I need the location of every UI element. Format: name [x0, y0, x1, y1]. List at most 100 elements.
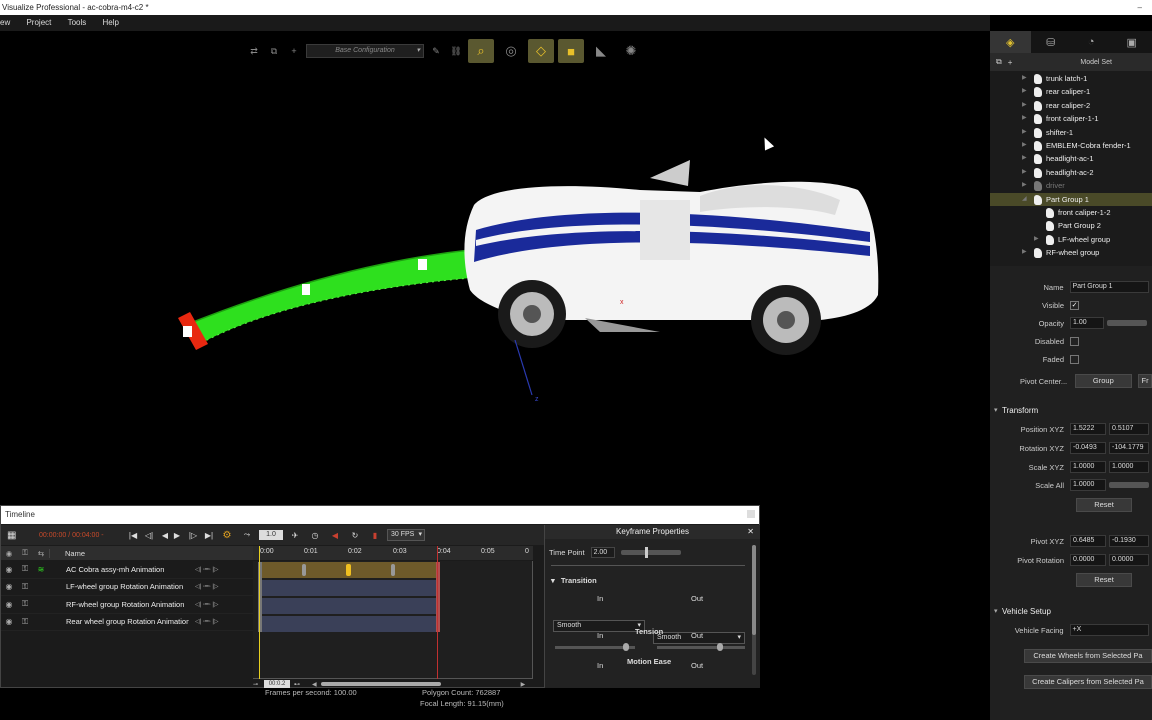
menu-tools[interactable]: Tools — [68, 18, 87, 27]
create-wheels-button[interactable]: Create Wheels from Selected Pa — [1024, 649, 1152, 663]
rotation-y-input[interactable]: -104.1779 — [1109, 442, 1149, 454]
visibility-eye-icon[interactable]: ◉ — [1, 582, 17, 591]
reverse-play-icon[interactable]: ◀ — [159, 531, 171, 540]
track-nav-icons[interactable]: ◁| ◦━◦ |▷ — [195, 601, 219, 608]
tree-item[interactable]: ▶ shifter-1 — [990, 126, 1152, 139]
tree-item[interactable]: ▶ trunk latch-1 — [990, 72, 1152, 85]
minimize-button[interactable]: – — [1138, 0, 1142, 15]
record-icon[interactable]: ◀ — [329, 531, 341, 540]
lock-icon[interactable]: ⚿ — [17, 564, 33, 574]
transform-reset-button[interactable]: Reset — [1076, 498, 1132, 512]
visibility-eye-icon[interactable]: ◉ — [1, 617, 17, 626]
track-row[interactable]: ◉ ⚿ ≋ AC Cobra assy-mh Animation ◁| ◦━◦ |▷ — [1, 561, 253, 579]
keyframe-marker-selected[interactable] — [346, 564, 351, 576]
tab-models-icon[interactable]: ◈ — [990, 31, 1031, 53]
tension-out-slider[interactable] — [657, 643, 745, 651]
solid-cube-icon[interactable]: ■ — [558, 39, 584, 63]
track-nav-icons[interactable]: ◁| ◦━◦ |▷ — [195, 566, 219, 573]
slider-handle[interactable] — [644, 547, 648, 558]
menu-help[interactable]: Help — [103, 18, 119, 27]
playhead[interactable] — [259, 546, 260, 679]
track-row[interactable]: ◉ ⚿ RF-wheel group Rotation Animation ◁| ◦━… — [1, 596, 253, 614]
collapse-arrow-icon[interactable]: ◢ — [1022, 193, 1027, 206]
disabled-checkbox[interactable] — [1070, 336, 1079, 346]
menu-project[interactable]: Project — [26, 18, 51, 27]
tree-item-selected[interactable]: ◢ Part Group 1 — [990, 192, 1152, 206]
add-icon[interactable]: + — [286, 43, 302, 59]
tree-item[interactable]: ▶ headlight-ac-1 — [990, 152, 1152, 165]
expand-arrow-icon[interactable]: ▶ — [1022, 139, 1027, 152]
keyframe-marker[interactable] — [302, 564, 306, 576]
horizontal-scrollbar[interactable] — [320, 682, 441, 686]
pivot-rot-y-input[interactable]: 0.0000 — [1109, 554, 1149, 566]
link-icon[interactable]: ⛓ — [448, 43, 464, 59]
lock-icon[interactable]: ⚿ — [17, 599, 33, 609]
wireframe-cube-icon[interactable]: ◇ — [528, 39, 554, 63]
settings-gear-icon[interactable]: ⚙ — [221, 530, 233, 541]
expand-arrow-icon[interactable]: ▶ — [1022, 152, 1027, 165]
tree-item[interactable]: ▶ LF-wheel group — [990, 233, 1152, 246]
track-bar-lf[interactable] — [258, 580, 440, 596]
stopwatch-icon[interactable]: ◷ — [309, 531, 321, 540]
scroll-left-icon[interactable]: ◀ — [312, 681, 317, 688]
pivot-reset-button[interactable]: Reset — [1076, 573, 1132, 587]
copy-icon[interactable]: ⧉ — [266, 43, 282, 59]
expand-arrow-icon[interactable]: ▶ — [1022, 112, 1027, 125]
close-icon[interactable] — [747, 510, 755, 518]
track-bar-rear[interactable] — [258, 616, 440, 632]
aperture-icon[interactable]: ✺ — [618, 39, 644, 63]
tension-in-slider[interactable] — [555, 643, 635, 651]
tree-item[interactable]: ▶ driver — [990, 179, 1152, 192]
track-nav-icons[interactable]: ◁| ◦━◦ |▷ — [195, 618, 219, 625]
zoom-out-icon[interactable]: ⊷ — [294, 681, 300, 688]
lock-icon[interactable]: ⚿ — [17, 582, 33, 592]
3d-viewport[interactable]: x z — [0, 31, 990, 505]
rotation-x-input[interactable]: -0.0493 — [1070, 442, 1106, 454]
visibility-eye-icon[interactable]: ◉ — [1, 600, 17, 609]
expand-arrow-icon[interactable]: ▶ — [1022, 85, 1027, 98]
run-icon[interactable]: ✈ — [289, 531, 301, 540]
transition-header[interactable]: ▾ Transition — [551, 576, 597, 585]
position-y-input[interactable]: 0.5107 — [1109, 423, 1149, 435]
add-icon[interactable]: + — [1008, 58, 1013, 67]
opacity-slider[interactable] — [1107, 320, 1147, 326]
faded-checkbox[interactable] — [1070, 354, 1079, 364]
vehicle-facing-select[interactable]: +X — [1069, 624, 1149, 636]
scale-all-slider[interactable] — [1109, 482, 1149, 488]
zoom-fit-icon[interactable]: ⌕ — [468, 39, 494, 63]
tree-item[interactable]: ▶ EMBLEM-Cobra fender-1 — [990, 139, 1152, 152]
zoom-icon[interactable]: ⊸ — [253, 681, 258, 688]
expand-arrow-icon[interactable]: ▶ — [1022, 126, 1027, 139]
name-input[interactable]: Part Group 1 — [1069, 281, 1149, 293]
slider-handle[interactable] — [623, 643, 629, 651]
create-calipers-button[interactable]: Create Calipers from Selected Pa — [1024, 675, 1152, 689]
visibility-eye-icon[interactable]: ◉ — [1, 565, 17, 574]
duplicate-icon[interactable]: ⧉ — [996, 57, 1002, 67]
swap-icon[interactable]: ⇄ — [246, 43, 262, 59]
transform-section-header[interactable]: Transform — [990, 402, 1152, 420]
keyframe-marker[interactable] — [391, 564, 395, 576]
menu-view[interactable]: ew — [0, 18, 10, 27]
expand-arrow-icon[interactable]: ▶ — [1022, 179, 1027, 192]
tree-item[interactable]: ▶ front caliper-1-1 — [990, 112, 1152, 125]
position-x-input[interactable]: 1.5222 — [1070, 423, 1106, 435]
tree-item[interactable]: ▶ rear caliper-1 — [990, 85, 1152, 98]
vehicle-section-header[interactable]: Vehicle Setup — [990, 603, 1152, 621]
tab-camera-icon[interactable]: ▣ — [1112, 31, 1152, 53]
lock-icon[interactable]: ⚿ — [17, 617, 33, 627]
vertical-scrollbar[interactable] — [752, 545, 756, 675]
close-icon[interactable]: ✕ — [747, 525, 754, 539]
track-row[interactable]: ◉ ⚿ LF-wheel group Rotation Animation ◁| ◦━… — [1, 579, 253, 596]
pivot-x-input[interactable]: 0.6485 — [1070, 535, 1106, 547]
fps-select[interactable]: 30 FPS — [387, 529, 425, 541]
tree-item[interactable]: front caliper-1-2 — [990, 206, 1152, 219]
turntable-icon[interactable]: ◎ — [498, 39, 524, 63]
pencil-icon[interactable]: ✎ — [428, 43, 444, 59]
scroll-right-icon[interactable]: ▶ — [521, 681, 526, 688]
track-nav-icons[interactable]: ◁| ◦━◦ |▷ — [195, 583, 219, 590]
play-icon[interactable]: ▶ — [171, 531, 183, 540]
expand-arrow-icon[interactable]: ▶ — [1022, 246, 1027, 259]
tab-gauge-icon[interactable]: ◔ — [1071, 31, 1112, 53]
tab-database-icon[interactable]: ⛁ — [1031, 31, 1072, 53]
opacity-input[interactable]: 1.00 — [1070, 317, 1104, 329]
